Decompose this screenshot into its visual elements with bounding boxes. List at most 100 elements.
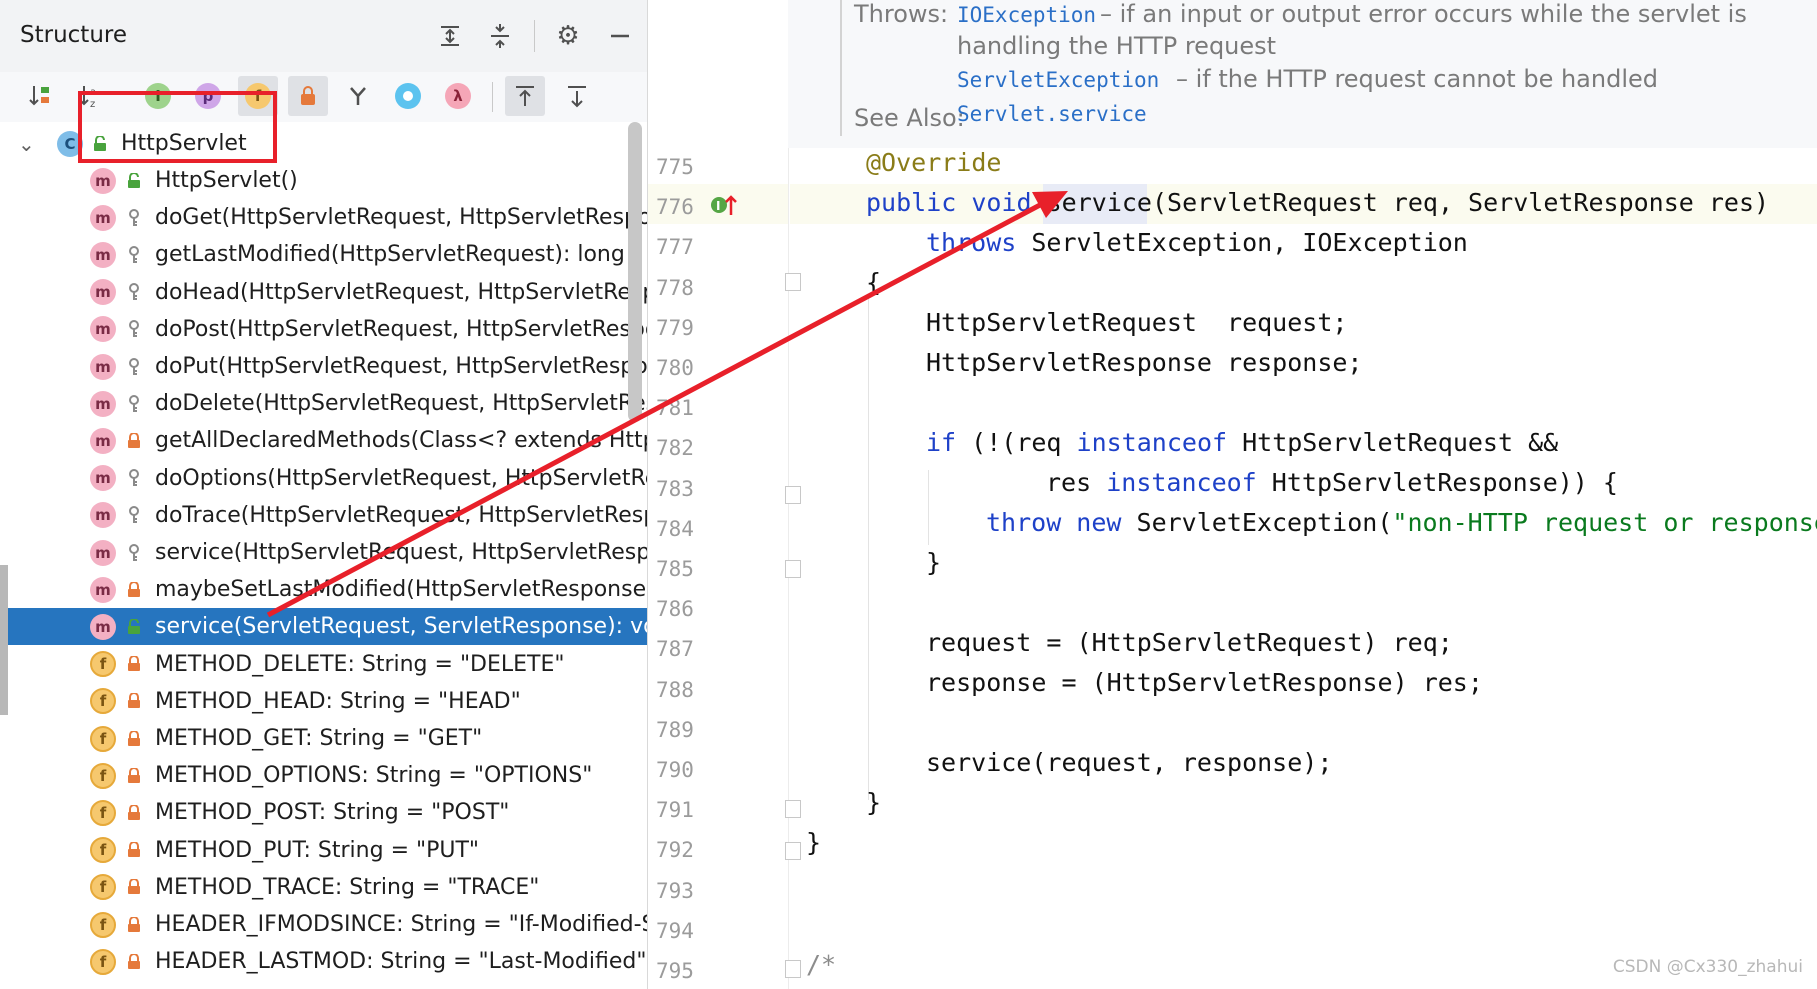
field-icon: f <box>90 799 116 826</box>
method-icon: m <box>90 576 116 603</box>
fold-marker[interactable] <box>785 842 801 860</box>
show-anonymous-icon[interactable] <box>338 76 378 116</box>
collapse-all-icon[interactable] <box>482 18 518 54</box>
tree-field-row[interactable]: f METHOD_OPTIONS: String = "OPTIONS" <box>0 757 647 794</box>
code-line-782: if (!(req instanceof HttpServletRequest … <box>926 428 1558 457</box>
line-number: 782 <box>656 436 694 461</box>
keyword-instanceof: instanceof <box>1076 428 1228 457</box>
private-visibility-icon <box>126 581 142 599</box>
show-fields-icon[interactable]: f <box>238 76 278 116</box>
tree-field-row[interactable]: f METHOD_PUT: String = "PUT" <box>0 832 647 869</box>
fold-marker[interactable] <box>785 800 801 818</box>
tree-method-row[interactable]: m getAllDeclaredMethods(Class<? extends H… <box>0 422 647 459</box>
tree-method-row[interactable]: m maybeSetLastModified(HttpServletRespons… <box>0 571 647 608</box>
minimize-icon[interactable] <box>602 18 638 54</box>
indent-guide <box>868 295 869 800</box>
tree-item-label: METHOD_OPTIONS: String = "OPTIONS" <box>155 763 593 789</box>
private-visibility-icon <box>126 841 142 859</box>
code-line-778: { <box>866 268 882 297</box>
see-also-link[interactable]: Servlet.service <box>957 102 1147 126</box>
line-number: 780 <box>656 356 694 380</box>
tree-method-row[interactable]: m doTrace(HttpServletRequest, HttpServlet… <box>0 497 647 534</box>
sort-by-visibility-icon[interactable] <box>20 76 60 116</box>
method-icon: m <box>90 241 116 268</box>
private-visibility-icon <box>126 692 142 710</box>
method-icon: m <box>90 502 116 529</box>
show-inherited-icon[interactable]: I <box>138 76 178 116</box>
field-icon: f <box>90 948 116 975</box>
show-lambdas-icon[interactable] <box>388 76 428 116</box>
line-number: 778 <box>656 275 694 300</box>
method-icon: m <box>90 390 116 417</box>
tree-item-label: doPost(HttpServletRequest, HttpServletRe… <box>155 316 647 342</box>
method-icon: m <box>90 613 116 640</box>
fold-marker[interactable] <box>785 960 801 978</box>
tree-method-row[interactable]: m HttpServlet() <box>0 162 647 199</box>
tree-field-row[interactable]: f HEADER_IFMODSINCE: String = "If-Modifie… <box>0 906 647 943</box>
field-icon: f <box>90 688 116 715</box>
tree-field-row[interactable]: f HEADER_LASTMOD: String = "Last-Modified… <box>0 943 647 980</box>
tree-item-label: METHOD_DELETE: String = "DELETE" <box>155 651 565 677</box>
tree-scrollbar[interactable] <box>628 122 642 422</box>
gear-icon[interactable]: ⚙ <box>550 18 586 54</box>
field-icon: f <box>90 911 116 938</box>
code-line-792: } <box>806 828 822 857</box>
show-non-public-icon[interactable] <box>288 76 328 116</box>
tree-method-row[interactable]: m doHead(HttpServletRequest, HttpServletR… <box>0 274 647 311</box>
private-visibility-icon <box>126 730 142 748</box>
method-icon: m <box>90 539 116 566</box>
code-editor[interactable]: Throws: IOException – if an input or out… <box>648 0 1817 989</box>
show-properties-icon[interactable]: p <box>188 76 228 116</box>
ioexception-link[interactable]: IOException <box>957 3 1096 27</box>
line-number: 777 <box>656 235 694 260</box>
tree-method-row[interactable]: m doPost(HttpServletRequest, HttpServletR… <box>0 311 647 348</box>
tree-root-row[interactable]: ⌄ C HttpServlet <box>0 125 647 162</box>
tree-item-label: maybeSetLastModified(HttpServletResponse… <box>155 577 647 603</box>
watermark: CSDN @Cx330_zhahui <box>1612 957 1803 977</box>
tree-method-row[interactable]: m doGet(HttpServletRequest, HttpServletRe… <box>0 199 647 236</box>
tree-item-label: HEADER_LASTMOD: String = "Last-Modified" <box>155 949 647 975</box>
code-line-788: response = (HttpServletResponse) res; <box>926 668 1483 697</box>
public-visibility-icon <box>126 172 142 190</box>
line-number: 792 <box>656 838 694 863</box>
code-line-784: throw new ServletException("non-HTTP req… <box>986 508 1817 537</box>
fold-marker[interactable] <box>785 486 801 504</box>
svg-text:z: z <box>90 99 95 109</box>
class-icon: C <box>57 130 83 157</box>
structure-panel: Structure ⚙ az I p f λ ⌄ C HttpServlet m… <box>0 0 648 989</box>
line-number: 785 <box>656 557 694 581</box>
autoscroll-from-source-icon[interactable] <box>557 76 597 116</box>
field-icon: f <box>90 762 116 789</box>
tree-item-label: HEADER_IFMODSINCE: String = "If-Modified… <box>155 912 647 937</box>
protected-visibility-icon <box>126 245 142 264</box>
tree-method-row[interactable]: m service(HttpServletRequest, HttpServlet… <box>0 534 647 571</box>
fold-marker[interactable] <box>785 560 801 578</box>
autoscroll-to-source-icon[interactable] <box>505 76 545 116</box>
tree-method-row[interactable]: m doDelete(HttpServletRequest, HttpServle… <box>0 385 647 422</box>
expand-all-icon[interactable] <box>432 18 468 54</box>
tree-item-label: getAllDeclaredMethods(Class<? extends Ht… <box>155 428 647 454</box>
tree-field-row[interactable]: f METHOD_DELETE: String = "DELETE" <box>0 646 647 683</box>
private-visibility-icon <box>126 767 142 785</box>
tree-method-row[interactable]: m doOptions(HttpServletRequest, HttpServl… <box>0 460 647 497</box>
tree-field-row[interactable]: f METHOD_GET: String = "GET" <box>0 720 647 757</box>
servletexception-link[interactable]: ServletException <box>957 68 1159 92</box>
lambda-icon[interactable]: λ <box>438 76 478 116</box>
tree-method-row[interactable]: m service(ServletRequest, ServletResponse… <box>0 608 647 646</box>
tree-field-row[interactable]: f METHOD_TRACE: String = "TRACE" <box>0 869 647 906</box>
rendered-javadoc: Throws: IOException – if an input or out… <box>788 0 1817 148</box>
implements-method-icon[interactable]: I <box>710 193 737 215</box>
chevron-down-icon[interactable]: ⌄ <box>18 132 35 156</box>
keyword-instanceof: instanceof <box>1106 468 1257 497</box>
private-visibility-icon <box>126 432 142 450</box>
tree-field-row[interactable]: f METHOD_POST: String = "POST" <box>0 794 647 831</box>
code-line-780: HttpServletResponse response; <box>926 348 1363 377</box>
public-visibility-icon <box>126 618 142 636</box>
throws-label: Throws: <box>854 0 949 28</box>
left-edge-scroll-thumb[interactable] <box>0 565 8 715</box>
tree-field-row[interactable]: f METHOD_HEAD: String = "HEAD" <box>0 683 647 720</box>
tree-method-row[interactable]: m getLastModified(HttpServletRequest): lo… <box>0 236 647 273</box>
fold-marker[interactable] <box>785 273 801 291</box>
tree-method-row[interactable]: m doPut(HttpServletRequest, HttpServletRe… <box>0 348 647 385</box>
sort-alphabetically-icon[interactable]: az <box>70 76 110 116</box>
